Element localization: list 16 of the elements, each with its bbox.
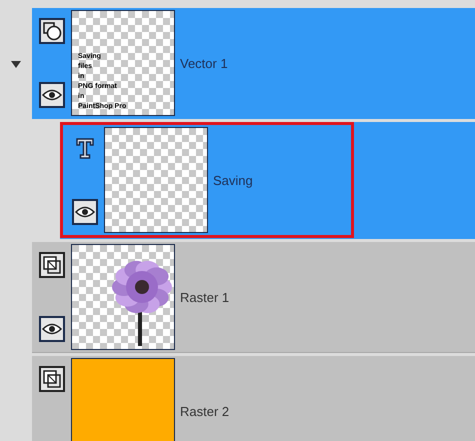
raster-layer-icon[interactable] (39, 366, 65, 392)
layer-name: Raster 1 (180, 290, 230, 304)
layer-name: Vector 1 (180, 56, 228, 70)
eye-icon[interactable] (39, 82, 65, 108)
raster-layer-icon[interactable] (39, 252, 65, 278)
layer-row[interactable]: Raster 2 (32, 356, 475, 441)
layer-row[interactable]: Saving (60, 122, 475, 239)
layer-thumbnail[interactable] (104, 127, 208, 233)
collapse-arrow-icon[interactable] (10, 58, 22, 68)
layer-thumbnail[interactable] (71, 358, 175, 441)
layer-name: Raster 2 (180, 404, 230, 418)
eye-icon[interactable] (39, 316, 65, 342)
eye-icon[interactable] (72, 199, 98, 225)
vector-layer-icon[interactable] (39, 18, 65, 44)
layer-name: Saving (213, 172, 253, 188)
layer-row[interactable]: Raster 1 (32, 242, 475, 353)
